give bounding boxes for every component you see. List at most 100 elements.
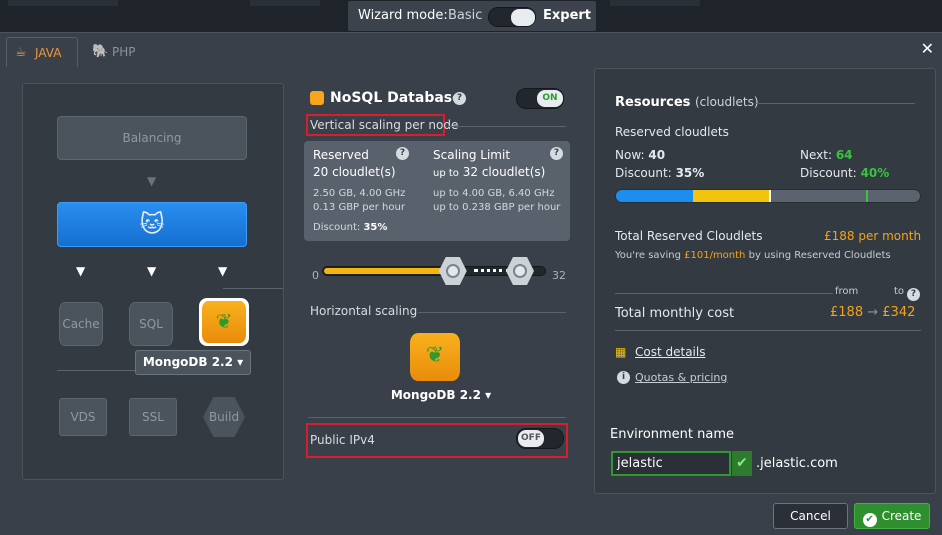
sql-node[interactable]: SQL <box>129 302 173 346</box>
discount-label: Discount: <box>800 166 857 180</box>
divider-line <box>308 417 566 418</box>
check-icon: ✔ <box>732 451 752 476</box>
nosql-node-dropdown[interactable]: MongoDB 2.2 ▾ <box>386 388 496 402</box>
env-name-label: Environment name <box>610 427 735 442</box>
reserved-specs: 2.50 GB, 4.00 GHz <box>313 188 406 199</box>
wizard-mode-toggle[interactable] <box>488 7 536 27</box>
connector-line <box>223 288 283 289</box>
close-icon[interactable]: ✕ <box>921 39 934 58</box>
nosql-on-toggle[interactable]: ON <box>516 88 564 109</box>
node-label: MongoDB 2.2 <box>390 388 481 402</box>
nosql-config-panel: NoSQL Database ? ON Vertical scaling per… <box>298 83 578 473</box>
nosql-node-selected[interactable]: ❦ <box>199 298 249 346</box>
cloudlet-usage-bar <box>615 189 921 203</box>
resources-title: Resources (cloudlets) <box>615 95 759 110</box>
total-reserved-label: Total Reserved Cloudlets <box>615 229 763 243</box>
create-button[interactable]: ✔ Create <box>854 503 930 529</box>
info-icon: i <box>617 371 630 384</box>
bar-next-marker <box>866 190 868 202</box>
reserved-cloudlets: 20 cloudlet(s) <box>313 165 396 179</box>
reserved-discount: Discount: 35% <box>313 222 441 233</box>
discount-next: 40% <box>860 166 890 180</box>
horizontal-scaling-label: Horizontal scaling <box>310 304 418 318</box>
mongodb-leaf-icon: ❦ <box>202 301 246 343</box>
divider-line <box>57 370 135 371</box>
divider-line <box>615 293 833 294</box>
reserved-price: 0.13 GBP per hour <box>313 202 405 213</box>
tomcat-icon: 🐱 <box>139 210 165 238</box>
top-ghost-bar <box>250 0 320 6</box>
now-label: Now: <box>615 148 645 162</box>
limit-handle[interactable] <box>506 257 534 285</box>
slider-min: 0 <box>312 269 319 282</box>
build-node[interactable]: Build <box>203 397 245 437</box>
expert-avatar-icon <box>511 9 535 26</box>
check-icon: ✔ <box>862 513 877 527</box>
resources-suffix: (cloudlets) <box>694 95 759 109</box>
balancing-node[interactable]: Balancing <box>57 116 247 160</box>
public-ipv4-toggle[interactable]: OFF <box>516 428 564 449</box>
ssl-node[interactable]: SSL <box>129 398 177 436</box>
from-label: from <box>835 286 859 297</box>
reserved-handle[interactable] <box>438 257 467 285</box>
tab-java[interactable]: ☕ JAVA <box>6 37 78 67</box>
quotas-link[interactable]: Quotas & pricing <box>635 371 727 384</box>
nosql-version-dropdown[interactable]: MongoDB 2.2 ▾ <box>135 350 251 375</box>
discount-label: Discount: <box>313 222 361 233</box>
create-label: Create <box>881 509 922 523</box>
mongodb-node-icon: ❦ <box>410 333 460 381</box>
divider-line <box>755 103 915 104</box>
public-ipv4-label: Public IPv4 <box>310 433 375 447</box>
arrow-down-icon: ▼ <box>76 264 86 278</box>
bar-blue <box>616 190 693 202</box>
slider-max: 32 <box>552 269 566 282</box>
bar-marker <box>769 190 771 202</box>
now-value: 40 <box>648 148 666 162</box>
tomcat-server-node[interactable]: 🐱 <box>57 202 247 247</box>
help-icon[interactable]: ? <box>550 147 563 160</box>
monthly-cost-label: Total monthly cost <box>615 306 735 321</box>
top-ghost-bar <box>610 0 700 6</box>
limit-cloudlets: 32 cloudlet(s) <box>462 165 546 179</box>
cache-node[interactable]: Cache <box>59 302 103 346</box>
divider-line <box>448 126 566 127</box>
toggle-state: ON <box>537 90 563 107</box>
cost-details-link[interactable]: Cost details <box>635 345 705 359</box>
limit-title: Scaling Limit <box>433 148 511 162</box>
bar-yellow <box>693 190 769 202</box>
scaling-limit-card: Scaling Limit up to 32 cloudlet(s) up to… <box>424 141 570 241</box>
vds-node[interactable]: VDS <box>59 398 107 436</box>
cancel-button[interactable]: Cancel <box>773 503 848 529</box>
arrow-down-icon: ▼ <box>147 264 157 278</box>
arrow-down-icon: ▼ <box>147 174 157 188</box>
reserved-cloudlets-label: Reserved cloudlets <box>615 125 729 139</box>
tab-php-label: PHP <box>112 45 136 59</box>
vertical-scaling-label: Vertical scaling per node <box>310 118 459 132</box>
tab-java-label: JAVA <box>35 46 62 60</box>
database-icon <box>310 91 324 105</box>
top-ghost-bar <box>8 0 118 6</box>
monthly-from: £188 <box>830 305 864 320</box>
help-icon[interactable]: ? <box>396 147 409 160</box>
tab-php[interactable]: 🐘 PHP <box>84 37 144 67</box>
nosql-version-label: MongoDB 2.2 <box>142 355 233 369</box>
env-domain-suffix: .jelastic.com <box>756 456 838 471</box>
php-icon: 🐘 <box>92 44 109 59</box>
wizard-mode-label: Wizard mode: <box>358 8 448 23</box>
help-icon[interactable]: ? <box>907 288 920 301</box>
arrow-right-icon: → <box>867 305 879 320</box>
limit-prefix: up to <box>433 168 459 179</box>
slider-fill <box>324 268 443 274</box>
environment-topology-dialog: ☕ JAVA 🐘 PHP ✕ Balancing ▼ 🐱 ▼ ▼ ▼ Cache… <box>0 32 942 535</box>
wizard-basic-option[interactable]: Basic <box>448 8 482 23</box>
wizard-expert-option[interactable]: Expert <box>543 8 591 23</box>
next-label: Next: <box>800 148 832 162</box>
discount-now: 35% <box>675 166 705 180</box>
env-name-input[interactable]: jelastic <box>611 451 731 476</box>
divider-line <box>615 330 921 331</box>
help-icon[interactable]: ? <box>453 92 466 105</box>
next-value: 64 <box>835 148 853 162</box>
saving-suffix: by using Reserved Cloudlets <box>748 250 891 261</box>
limit-range-dots <box>474 269 510 272</box>
limit-specs: up to 4.00 GB, 6.40 GHz <box>433 188 555 199</box>
